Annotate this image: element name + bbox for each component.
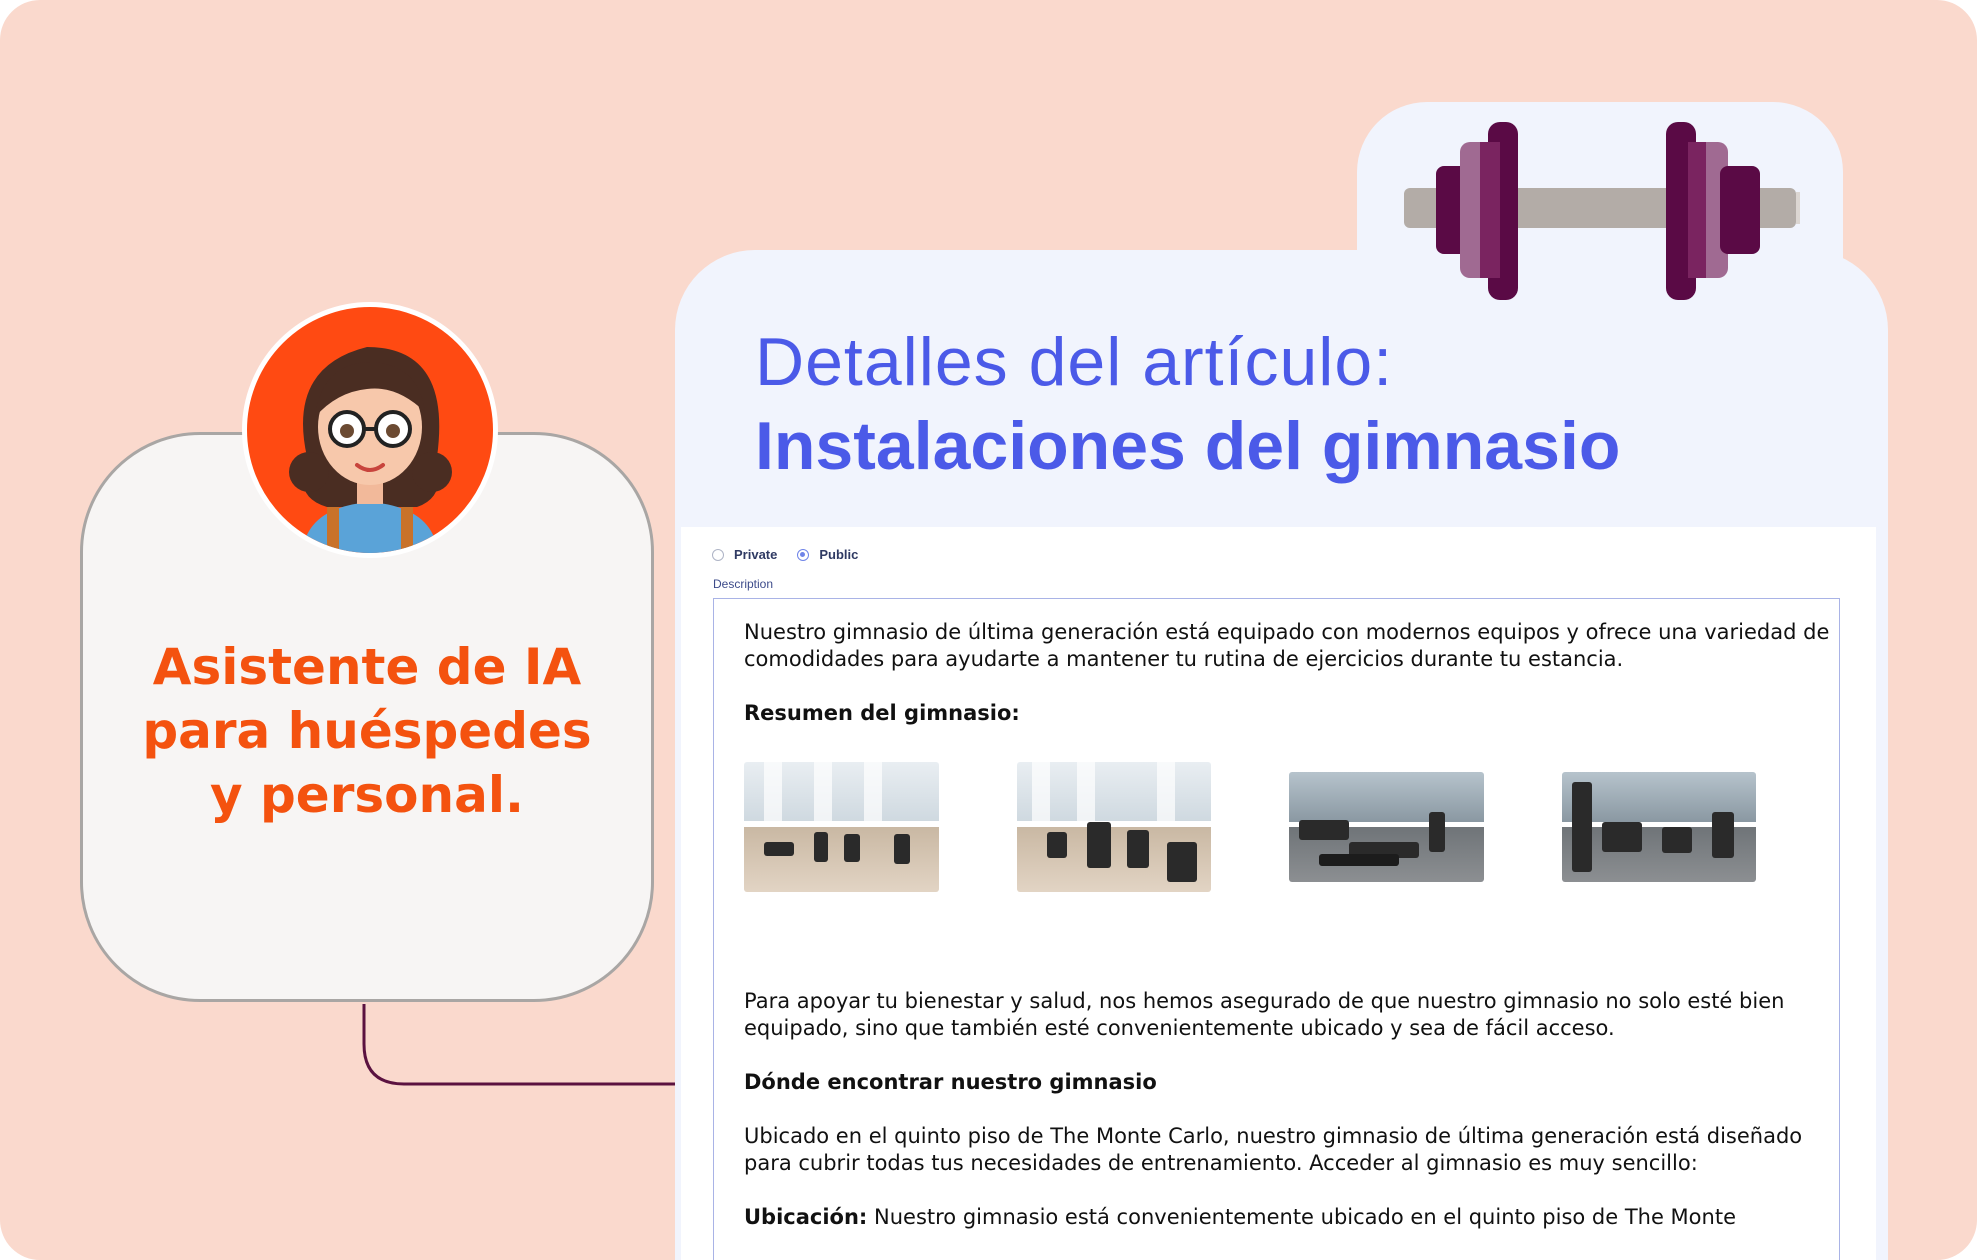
description-label: Description bbox=[713, 577, 774, 591]
assistant-tagline-line2: para huéspedes bbox=[142, 702, 592, 760]
article-title-main: Instalaciones del gimnasio bbox=[755, 408, 1621, 484]
article-title: Detalles del artículo: Instalaciones del… bbox=[755, 320, 1620, 488]
summary-heading: Resumen del gimnasio: bbox=[744, 701, 1020, 725]
connector-line bbox=[362, 1004, 682, 1086]
dumbbell-icon bbox=[1404, 122, 1800, 300]
gym-photo-3[interactable] bbox=[1289, 772, 1484, 882]
gym-photo-gallery bbox=[744, 754, 1834, 934]
ubicacion-text: Nuestro gimnasio está convenientemente u… bbox=[874, 1205, 1736, 1229]
where-heading: Dónde encontrar nuestro gimnasio bbox=[744, 1070, 1157, 1094]
visibility-radio-group: Private Public bbox=[712, 547, 878, 562]
intro-paragraph: Nuestro gimnasio de última generación es… bbox=[744, 620, 1830, 671]
ubicacion-paragraph: Ubicación: Nuestro gimnasio está conveni… bbox=[744, 1204, 1834, 1231]
gym-photo-2[interactable] bbox=[1016, 762, 1211, 892]
public-radio[interactable] bbox=[797, 548, 810, 561]
avatar-illustration bbox=[289, 347, 452, 553]
gym-photo-4[interactable] bbox=[1561, 772, 1756, 882]
location-paragraph: Ubicado en el quinto piso de The Monte C… bbox=[744, 1124, 1803, 1175]
description-editor[interactable]: Nuestro gimnasio de última generación es… bbox=[713, 598, 1840, 1260]
wellbeing-paragraph: Para apoyar tu bienestar y salud, nos he… bbox=[744, 989, 1785, 1040]
assistant-tagline-line1: Asistente de IA bbox=[152, 638, 582, 696]
private-radio[interactable] bbox=[712, 548, 724, 561]
private-radio-label[interactable]: Private bbox=[734, 547, 777, 562]
assistant-tagline: Asistente de IA para huéspedes y persona… bbox=[83, 635, 651, 827]
canvas: Asistente de IA para huéspedes y persona… bbox=[0, 0, 1977, 1260]
article-form-panel: Private Public Description Nuestro gimna… bbox=[681, 527, 1876, 1260]
gym-photo-1[interactable] bbox=[744, 762, 939, 892]
assistant-avatar bbox=[242, 302, 498, 558]
public-radio-label[interactable]: Public bbox=[819, 547, 858, 562]
description-content[interactable]: Nuestro gimnasio de última generación es… bbox=[744, 619, 1834, 1258]
ubicacion-label: Ubicación: bbox=[744, 1205, 868, 1229]
assistant-tagline-line3: y personal. bbox=[210, 766, 524, 824]
article-title-prefix: Detalles del artículo: bbox=[755, 324, 1394, 400]
